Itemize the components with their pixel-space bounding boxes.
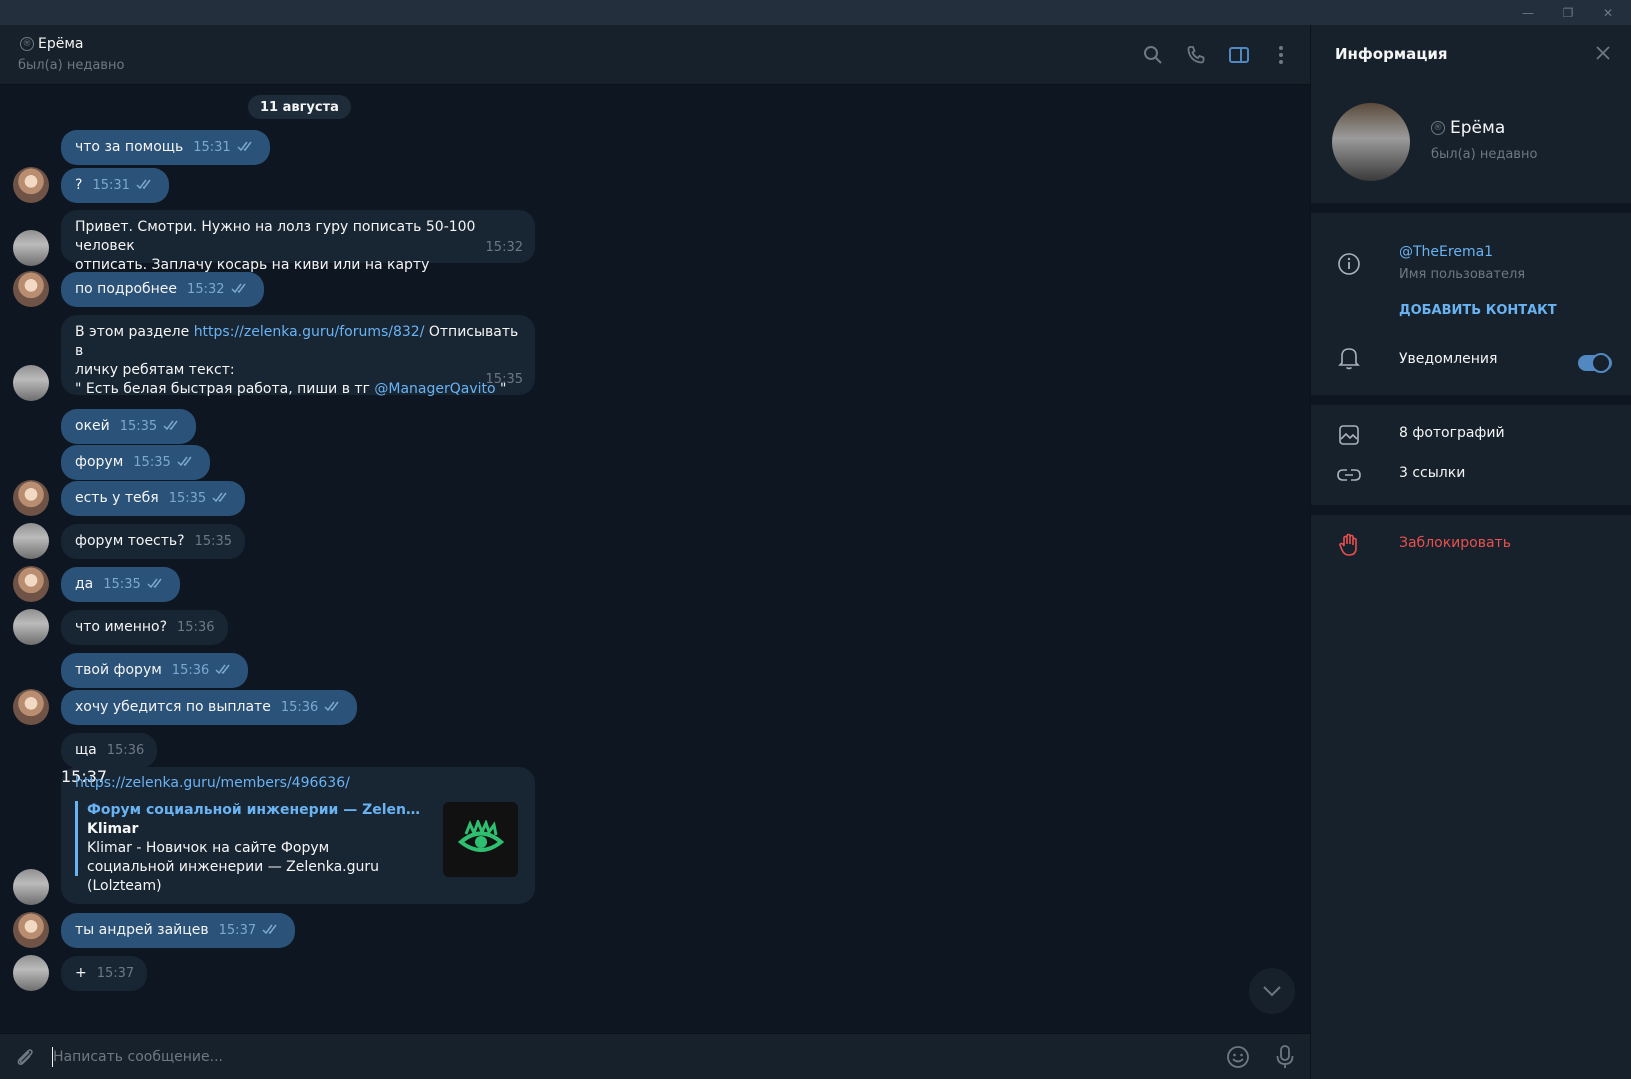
message-out[interactable]: да 15:35 [61,567,180,602]
links-count: 3 ссылки [1399,465,1466,481]
close-panel-icon[interactable] [1591,41,1615,65]
photos-row[interactable]: 8 фотографий [1311,415,1631,455]
read-ticks-icon [163,420,178,431]
minimize-button[interactable]: — [1508,0,1548,25]
message-in[interactable]: В этом разделе https://zelenka.guru/foru… [61,315,535,397]
preview-thumbnail[interactable] [443,802,518,877]
avatar[interactable] [13,566,49,602]
link-icon [1337,463,1361,487]
avatar[interactable] [13,365,49,401]
message-out[interactable]: окей 15:35 [61,409,197,444]
message-composer [0,1033,1310,1079]
message-out[interactable]: по подробнее 15:32 [61,272,264,307]
phone-icon[interactable] [1180,39,1212,71]
read-ticks-icon [177,456,192,467]
chevron-down-icon [1263,986,1281,997]
avatar[interactable] [13,523,49,559]
message-out[interactable]: форум 15:35 [61,445,210,480]
window-titlebar: — ❐ ✕ [0,0,1631,25]
message-in[interactable]: что именно? 15:36 [61,610,228,645]
preview-site: Форум социальной инженерии — Zelenka.gur… [87,802,427,818]
message-out[interactable]: ? 15:31 [61,168,169,203]
message-out[interactable]: твой форум 15:36 [61,653,249,688]
section-divider [1311,395,1631,405]
block-user-button: Заблокировать [1399,535,1511,551]
registered-icon: ® [20,37,34,51]
preview-url[interactable]: https://zelenka.guru/members/496636/ [75,775,350,791]
bell-icon [1337,346,1361,370]
links-row[interactable]: 3 ссылки [1311,455,1631,495]
message-link[interactable]: https://zelenka.guru/forums/832/ [194,324,425,340]
add-contact-button[interactable]: ДОБАВИТЬ КОНТАКТ [1399,303,1557,318]
message-in[interactable]: ща 15:36 [61,733,158,768]
photos-count: 8 фотографий [1399,425,1505,441]
avatar[interactable] [13,869,49,905]
avatar[interactable] [13,912,49,948]
profile-username[interactable]: @TheErema1 [1399,244,1493,260]
preview-description: Klimar - Новичок на сайте Форум социальн… [87,840,380,894]
message-in[interactable]: +15:37 [61,956,148,991]
info-panel: Информация ® Ерёма был(а) недавно @TheEr… [1310,25,1631,1079]
read-ticks-icon [215,664,230,675]
restore-button[interactable]: ❐ [1548,0,1588,25]
scroll-down-button[interactable] [1249,968,1295,1014]
microphone-icon[interactable] [1270,1042,1300,1072]
date-separator: 11 августа [248,95,351,119]
close-window-button[interactable]: ✕ [1588,0,1628,25]
avatar[interactable] [13,230,49,266]
block-row[interactable]: Заблокировать [1311,525,1631,565]
read-ticks-icon [237,141,252,152]
read-ticks-icon [262,924,277,935]
read-ticks-icon [147,578,162,589]
search-icon[interactable] [1137,39,1169,71]
attach-icon[interactable] [10,1042,40,1072]
registered-icon: ® [1431,121,1445,135]
profile-avatar[interactable] [1332,103,1410,181]
mention-link[interactable]: @ManagerQavito [374,381,495,397]
profile-status: был(а) недавно [1431,147,1538,162]
eye-logo-icon [457,819,504,852]
link-preview-message[interactable]: https://zelenka.guru/members/496636/ Фор… [61,767,535,904]
chat-header[interactable]: ® Ерёма был(а) недавно [0,25,1310,85]
message-in[interactable]: Привет. Смотри. Нужно на лолз гуру попис… [61,210,535,273]
message-out[interactable]: что за помощь 15:31 [61,130,270,165]
avatar[interactable] [13,480,49,516]
info-icon [1337,252,1361,276]
username-label: Имя пользователя [1399,267,1526,282]
sidebar-toggle-icon[interactable] [1223,39,1255,71]
more-icon[interactable] [1265,39,1297,71]
message-out[interactable]: хочу убедится по выплате 15:36 [61,690,358,725]
notifications-label: Уведомления [1399,351,1498,367]
read-ticks-icon [212,492,227,503]
message-list[interactable]: 11 августа что за помощь 15:31 ? 15:31 При… [0,85,1310,1033]
message-out[interactable]: есть у тебя 15:35 [61,481,246,516]
photo-icon [1337,423,1361,447]
section-divider [1311,203,1631,213]
avatar[interactable] [13,955,49,991]
read-ticks-icon [324,701,339,712]
hand-stop-icon [1337,533,1361,557]
emoji-icon[interactable] [1223,1042,1253,1072]
message-out[interactable]: ты андрей зайцев 15:37 [61,913,296,948]
message-input[interactable] [53,1046,1153,1068]
avatar[interactable] [13,271,49,307]
avatar[interactable] [13,689,49,725]
notifications-toggle[interactable] [1578,353,1612,373]
message-in[interactable]: форум тоесть? 15:35 [61,524,246,559]
section-divider [1311,505,1631,515]
chat-title: ® Ерёма [20,36,84,52]
notifications-row[interactable]: Уведомления [1311,343,1631,383]
chat-status: был(а) недавно [18,58,125,73]
chat-name: Ерёма [38,36,84,52]
read-ticks-icon [136,179,151,190]
avatar[interactable] [13,609,49,645]
profile-name: ® Ерёма [1431,118,1505,138]
avatar[interactable] [13,167,49,203]
panel-title: Информация [1335,45,1448,63]
read-ticks-icon [230,283,246,294]
